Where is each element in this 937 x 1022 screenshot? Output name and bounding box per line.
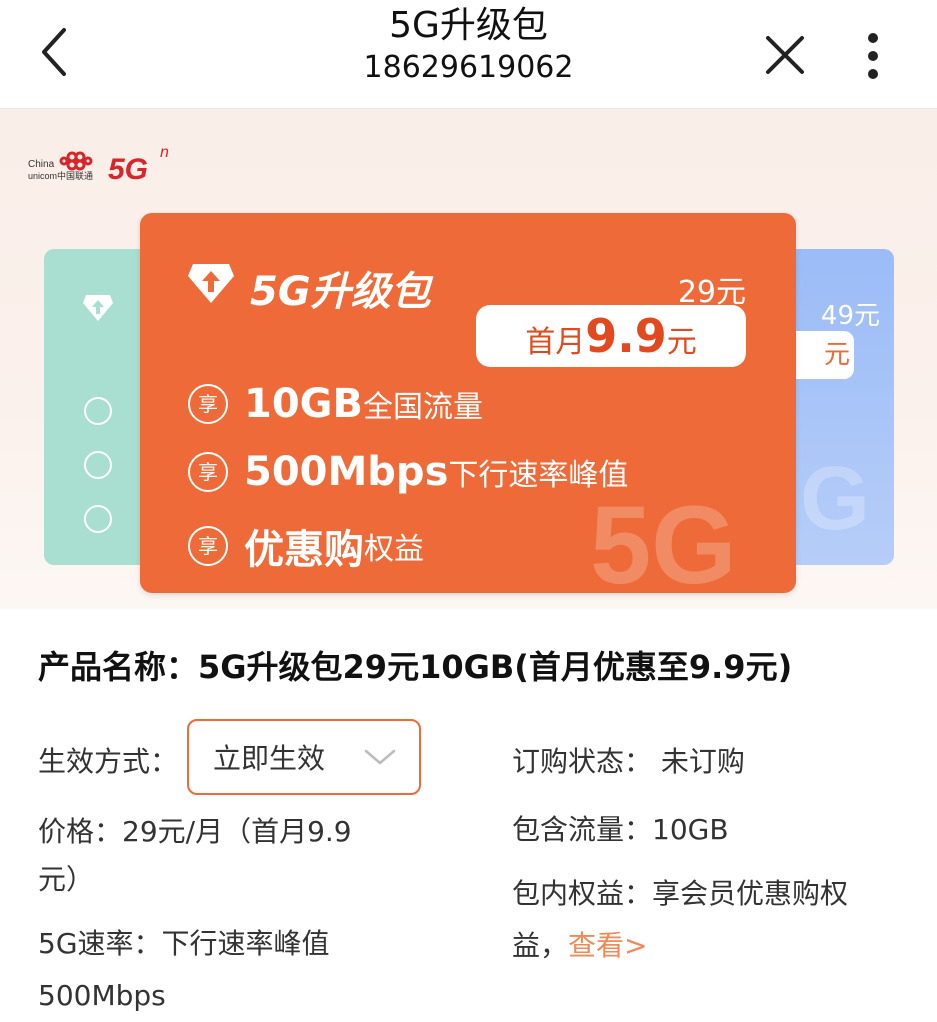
- effect-method-value: 立即生效: [213, 742, 326, 775]
- more-options-icon[interactable]: [856, 30, 890, 84]
- product-name: 产品名称：5G升级包29元10GB(首月优惠至9.9元): [38, 648, 793, 686]
- effect-method-label: 生效方式：: [38, 745, 179, 778]
- first-month-promo-pill: 首月9.9元: [476, 305, 746, 367]
- feature-item: 享 500Mbps下行速率峰值: [188, 449, 628, 495]
- data-allowance: 包含流量：10GB: [512, 813, 729, 846]
- svg-text:G: G: [800, 449, 870, 549]
- feature-item: 享 10GB全国流量: [188, 381, 483, 427]
- svg-text:unicom中国联通: unicom中国联通: [28, 170, 93, 181]
- view-benefits-link[interactable]: 查看>: [568, 929, 647, 962]
- chevron-down-icon: [364, 749, 396, 765]
- svg-text:5G: 5G: [590, 484, 737, 593]
- badge-icons-column: [84, 397, 112, 533]
- china-unicom-logo: China unicom中国联通 5G n: [28, 144, 169, 186]
- svg-text:5G: 5G: [108, 153, 148, 186]
- effect-method-select[interactable]: 立即生效: [187, 719, 421, 795]
- package-card-main[interactable]: 5G升级包 29元 首月9.9元 享 10GB全国流量 享 500Mbps下行速率峰…: [140, 213, 796, 593]
- top-nav-bar: 5G升级包 18629619062: [0, 0, 937, 109]
- diamond-arrow-icon: [188, 264, 234, 303]
- feature-item: 享优惠购权益: [188, 517, 424, 575]
- diamond-arrow-icon: [83, 295, 113, 321]
- package-benefits: 包内权益：享会员优惠购权益，查看>: [512, 877, 849, 962]
- svg-text:n: n: [160, 144, 169, 161]
- price-info: 价格：29元/月（首月9.9元）: [38, 815, 352, 896]
- subscription-status: 订购状态： 未订购: [512, 745, 745, 778]
- 5g-watermark: 5G: [590, 484, 737, 593]
- close-icon[interactable]: [760, 30, 810, 80]
- main-card-title: 5G升级包: [250, 269, 431, 315]
- 5g-watermark-right: G: [800, 449, 870, 549]
- svg-text:China: China: [28, 159, 55, 170]
- hero-banner: China unicom中国联通 5G n 49元 元 G 5G升级包 29元 …: [0, 109, 937, 609]
- 5g-speed-info: 5G速率：下行速率峰值500Mbps: [38, 927, 330, 1012]
